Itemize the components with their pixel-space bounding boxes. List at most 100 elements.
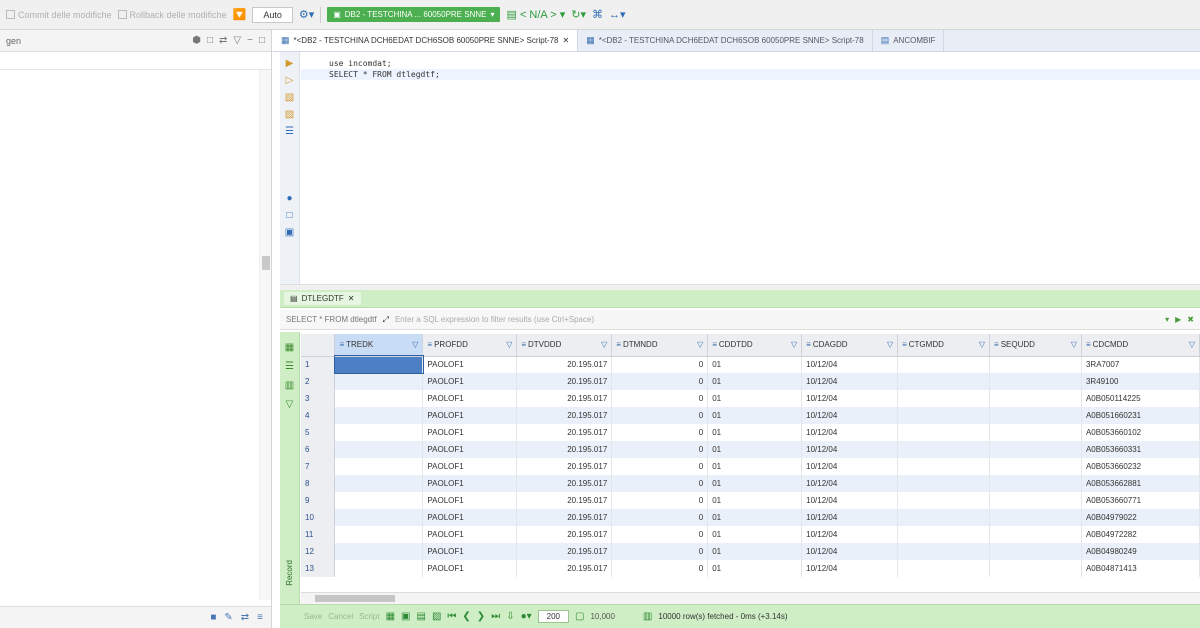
document-icon[interactable]: □ [286,210,292,221]
table-cell[interactable]: 10/12/04 [801,424,899,441]
table-row[interactable]: 2 PAOLOF1 20.195.017 0 01 10/12/04 3R49100 [301,373,1200,390]
apply-filter-icon[interactable]: ▶ [1175,315,1181,324]
table-cell[interactable]: 10/12/04 [801,441,899,458]
column-header[interactable]: ≡ TREDK ▽ [334,334,424,357]
table-cell[interactable]: 20.195.017 [516,390,613,407]
table-cell[interactable] [897,441,991,458]
table-cell[interactable] [897,424,991,441]
fetch-size-input[interactable]: 200 [537,610,569,623]
table-cell[interactable]: 0 [611,356,709,373]
results-horizontal-scrollbar[interactable] [301,592,1200,604]
table-cell[interactable]: 10/12/04 [801,492,899,509]
table-cell[interactable] [334,492,424,509]
table-cell[interactable]: 20.195.017 [516,407,613,424]
table-cell[interactable]: PAOLOF1 [422,424,518,441]
table-cell[interactable]: 20.195.017 [516,492,613,509]
navigator-filter[interactable] [0,52,271,70]
table-cell[interactable]: 20.195.017 [516,509,613,526]
table-cell[interactable]: 20.195.017 [516,356,613,373]
table-cell[interactable]: 20.195.017 [516,560,613,577]
schema-selector[interactable]: ▤ < N/A > ▾ [506,8,565,21]
table-cell[interactable]: A0B04871413 [1081,560,1200,577]
link-editor-icon[interactable]: ⇄ [219,35,227,46]
next-page-icon[interactable]: ❯ [477,611,485,622]
table-cell[interactable]: 0 [611,424,709,441]
table-cell[interactable]: 10/12/04 [801,390,899,407]
table-cell[interactable]: 20.195.017 [516,424,613,441]
add-row-icon[interactable]: ▣ [401,611,410,622]
table-cell[interactable]: 0 [611,475,709,492]
close-icon[interactable]: ✕ [348,294,355,303]
filter-expand-icon[interactable]: ⤢ [383,315,389,325]
row-number[interactable]: 5 [301,424,336,441]
tab-results-dtlegdtf[interactable]: ▤ DTLEGDTF ✕ [284,292,361,305]
execute-script-icon[interactable]: ▷ [286,75,294,86]
table-cell[interactable] [897,373,991,390]
table-cell[interactable]: 0 [611,458,709,475]
filter-icon[interactable]: ▽ [1189,340,1195,349]
table-cell[interactable] [989,509,1082,526]
table-row[interactable]: 1 PAOLOF1 20.195.017 0 01 10/12/04 3RA7007 [301,355,1200,374]
row-number[interactable]: 6 [301,441,336,458]
script-button[interactable]: Script [359,612,379,621]
table-cell[interactable] [989,356,1082,373]
table-cell[interactable] [989,475,1082,492]
table-cell[interactable] [989,458,1082,475]
table-row[interactable]: 10 PAOLOF1 20.195.017 0 01 10/12/04 A0B0497902… [301,509,1200,526]
row-number[interactable]: 2 [301,373,336,390]
row-number[interactable]: 8 [301,475,336,492]
column-header[interactable]: ≡ PROFDD ▽ [422,334,518,357]
table-cell[interactable]: 20.195.017 [516,458,613,475]
table-cell[interactable]: A0B053660232 [1081,458,1200,475]
table-cell[interactable]: PAOLOF1 [422,509,518,526]
table-cell[interactable] [334,560,424,577]
row-number[interactable]: 4 [301,407,336,424]
table-cell[interactable] [334,407,424,424]
table-cell[interactable] [989,560,1082,577]
column-header[interactable]: ≡ DTMNDD ▽ [611,334,709,357]
table-cell[interactable]: PAOLOF1 [422,475,518,492]
collapse-icon[interactable]: □ [207,35,213,46]
table-cell[interactable]: 3RA7007 [1081,356,1200,373]
filter-icon[interactable]: ▽ [1071,340,1077,349]
menu-icon[interactable]: ≡ [257,612,263,623]
filter-icon[interactable]: ▽ [697,340,703,349]
table-cell[interactable]: 10/12/04 [801,407,899,424]
table-cell[interactable]: 0 [611,492,709,509]
table-cell[interactable] [897,407,991,424]
last-page-icon[interactable]: ⏭ [491,611,500,622]
table-cell[interactable]: A0B053660771 [1081,492,1200,509]
table-cell[interactable]: 0 [611,441,709,458]
table-cell[interactable]: 10/12/04 [801,356,899,373]
table-cell[interactable] [897,526,991,543]
table-cell[interactable]: A0B04980249 [1081,543,1200,560]
save-button[interactable]: Save [304,612,322,621]
table-cell[interactable] [989,424,1082,441]
table-row[interactable]: 7 PAOLOF1 20.195.017 0 01 10/12/04 A0B05366023… [301,458,1200,475]
tab-script-78[interactable]: ▦ *<DB2 - TESTCHINA DCH6EDAT DCH6SOB 6005… [273,30,579,51]
table-cell[interactable]: 01 [707,441,803,458]
filter-input[interactable]: Enter a SQL expression to filter results… [395,315,1159,324]
filter-icon[interactable]: ▽ [506,340,512,349]
auto-commit-select[interactable]: Auto [252,6,293,23]
table-cell[interactable] [334,509,424,526]
table-cell[interactable]: 3R49100 [1081,373,1200,390]
navigator-scrollbar[interactable] [259,70,271,600]
refresh-icon[interactable]: ●▾ [521,611,532,622]
transaction-mode-icon[interactable]: 🔽 [233,8,247,21]
table-row[interactable]: 3 PAOLOF1 20.195.017 0 01 10/12/04 A0B05011422… [301,390,1200,407]
explain-plan-icon[interactable]: ▧ [285,92,294,103]
sync-icon[interactable]: ⇄ [241,612,249,623]
filter-icon[interactable]: ▽ [601,340,607,349]
table-cell[interactable] [333,355,424,374]
table-cell[interactable] [897,543,991,560]
table-cell[interactable] [897,390,991,407]
table-cell[interactable]: 0 [611,543,709,560]
table-cell[interactable] [897,458,991,475]
table-cell[interactable] [989,492,1082,509]
filter-history-icon[interactable]: ▾ [1165,315,1169,324]
table-cell[interactable] [897,492,991,509]
table-cell[interactable]: PAOLOF1 [422,390,518,407]
history-icon[interactable]: ▨ [285,109,294,120]
table-cell[interactable] [334,526,424,543]
